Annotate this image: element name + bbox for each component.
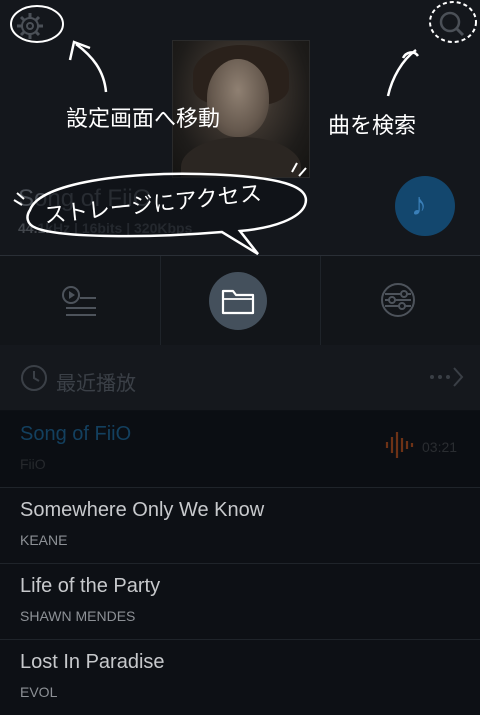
annotation-settings: 設定画面へ移動 xyxy=(66,106,221,131)
song-title: Song of FiiO xyxy=(20,423,132,445)
folder-icon xyxy=(221,289,255,315)
clock-icon xyxy=(21,365,47,391)
song-duration: 03:21 xyxy=(422,439,458,455)
song-title: Life of the Party xyxy=(20,575,161,597)
song-title: Lost In Paradise xyxy=(20,651,165,673)
song-artist: KEANE xyxy=(20,532,68,548)
song-artist: EVOL xyxy=(20,684,58,700)
tab-bar xyxy=(0,255,480,346)
song-artist: SHAWN MENDES xyxy=(20,608,136,624)
list-item[interactable]: Song of FiiO FiiO 03:21 xyxy=(0,411,480,488)
list-item[interactable]: Lost In Paradise EVOL xyxy=(0,639,480,715)
annotation-search: 曲を検索 xyxy=(328,113,417,138)
song-artist: FiiO xyxy=(20,456,46,472)
waveform-icon xyxy=(385,432,414,458)
song-title: Somewhere Only We Know xyxy=(20,499,265,521)
playlist-icon xyxy=(62,286,96,316)
list-item[interactable]: Life of the Party SHAWN MENDES xyxy=(0,563,480,640)
equalizer-icon xyxy=(381,283,415,317)
tab-storage[interactable] xyxy=(160,256,321,346)
tab-playlist[interactable] xyxy=(0,256,159,346)
recent-header[interactable]: 最近播放 xyxy=(0,345,480,410)
folder-button[interactable] xyxy=(209,272,267,330)
more-icon[interactable] xyxy=(428,365,466,394)
tab-equalizer[interactable] xyxy=(320,256,479,346)
list-item[interactable]: Somewhere Only We Know KEANE xyxy=(0,487,480,564)
recent-label: 最近播放 xyxy=(56,373,136,395)
